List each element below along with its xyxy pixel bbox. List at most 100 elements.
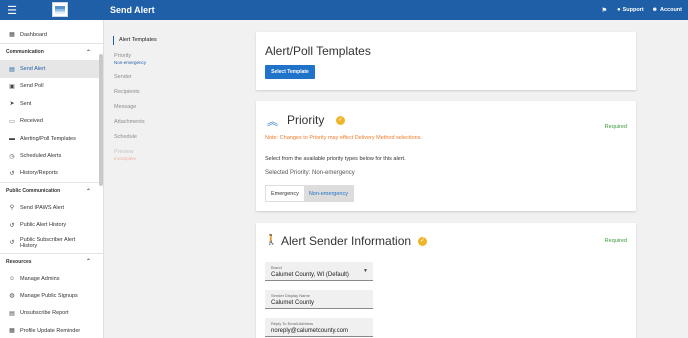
step-status: Incomplete [114,156,137,161]
priority-option-non-emergency[interactable]: Non-emergency [303,186,353,201]
step-schedule[interactable]: Schedule [114,134,244,140]
history-icon: ↺ [9,222,15,229]
required-label: Required [604,124,627,130]
report-icon: ▤ [9,310,15,317]
sidebar-item-send-ipaws[interactable]: ⚲ Send IPAWS Alert [0,199,103,216]
page-title: Send Alert [110,5,155,15]
section-communication[interactable]: Communication ⌃ [0,44,103,60]
display-name-value: Calumet County [271,300,315,306]
sidebar-item-public-alert-history[interactable]: ↺ Public Alert History [0,217,103,234]
priority-instruction: Select from the available priority types… [265,156,406,162]
clock-icon: ◷ [9,153,15,160]
sender-title: Alert Sender Information [281,234,412,248]
step-label: Priority [114,53,132,59]
sidebar-scrollbar[interactable] [99,54,103,186]
check-circle-icon: ✓ [336,116,345,125]
step-attachments[interactable]: Attachments [114,119,244,125]
reply-email-value: noreply@calumetcounty.com [271,328,349,334]
sidebar-item-history-reports[interactable]: ↺ History/Reports [0,165,103,182]
reply-email-field[interactable]: Reply To Email Address noreply@calumetco… [265,318,373,337]
help-icon: ● [616,7,621,13]
poll-icon: ▣ [9,83,15,90]
inbox-icon: ▭ [9,118,15,125]
brand-value: Calumet County, WI (Default) [271,272,349,278]
chevron-up-icon: ⌃ [85,188,91,195]
step-message[interactable]: Message [114,104,244,110]
folder-icon: ▬ [9,135,15,142]
sidebar-item-label: Unsubscribe Report [20,310,69,317]
account-label: Account [660,7,682,13]
account-button[interactable]: ☻ Account [652,7,682,13]
sidebar-item-send-poll[interactable]: ▣ Send Poll [0,78,103,95]
priority-option-emergency[interactable]: Emergency [266,186,304,201]
dropdown-arrow-icon: ▼ [363,268,368,274]
chevron-up-icon: ⌃ [85,49,91,56]
dashboard-icon: ▦ [9,32,15,39]
display-name-label: Sender Display Name [271,293,310,298]
history-icon: ↺ [9,170,15,177]
priority-toggle: Emergency Non-emergency [265,185,354,202]
sidebar-item-sent[interactable]: ➤ Sent [0,95,103,112]
support-label: Support [622,7,644,13]
select-template-button[interactable]: Select Template [265,65,315,79]
step-alert-templates[interactable]: Alert Templates [113,36,244,45]
sidebar-item-unsubscribe-report[interactable]: ▤ Unsubscribe Report [0,305,103,322]
sidebar-item-label: Manage Public Signups [20,292,78,299]
priority-card: ︽ Priority ✓ Required Note: Changes to P… [256,101,636,211]
sidebar-item-received[interactable]: ▭ Received [0,113,103,130]
priority-note: Note: Changes to Priority may effect Del… [265,135,423,141]
step-preview[interactable]: Preview Incomplete [114,149,244,161]
chat-icon: ▤ [9,66,15,73]
sidebar-item-scheduled-alerts[interactable]: ◷ Scheduled Alerts [0,147,103,164]
broadcast-icon: ⚲ [9,205,15,212]
flag-icon: ⚑ [601,7,607,14]
templates-card: Alert/Poll Templates Select Template [256,32,636,90]
step-sender[interactable]: Sender [114,74,244,80]
sidebar-item-send-alert[interactable]: ▤ Send Alert [0,60,103,78]
sidebar-item-label: Manage Admins [20,275,60,282]
history-icon: ↺ [9,240,15,247]
reply-email-label: Reply To Email Address [271,321,314,326]
sidebar-item-profile-update-reminder[interactable]: ▦ Profile Update Reminder [0,322,103,338]
support-button[interactable]: ● Support [617,7,644,13]
sender-card: 🚶 Alert Sender Information ✓ Required Br… [256,223,636,338]
sidebar-item-label: Public Alert History [20,222,67,229]
top-app-bar: ☰ Send Alert ⚑ ● Support ☻ Account [0,0,688,20]
check-circle-icon: ✓ [418,237,427,246]
step-status: Non-emergency [114,60,147,65]
send-icon: ➤ [9,101,15,108]
step-priority[interactable]: Priority Non-emergency [114,53,244,65]
required-label: Required [604,238,627,244]
sidebar-item-manage-public-signups[interactable]: ◍ Manage Public Signups [0,287,103,304]
admin-icon: ☺ [8,275,16,282]
priority-title: Priority [287,113,325,127]
sidebar-item-public-subscriber-history[interactable]: ↺ Public Subscriber Alert History [0,234,103,253]
sender-display-name-field[interactable]: Sender Display Name Calumet County [265,290,373,309]
sidebar-item-label: Send Poll [20,83,44,90]
sidebar-item-label: Public Subscriber Alert History [20,237,76,250]
sidebar-item-manage-admins[interactable]: ☺ Manage Admins [0,270,103,287]
sidebar-item-label: Profile Update Reminder [20,327,81,334]
step-navigation: Alert Templates Priority Non-emergency S… [113,36,244,170]
sidebar-item-label: Dashboard [20,31,47,38]
step-recipients[interactable]: Recipients [114,89,244,95]
person-walking-icon: 🚶 [265,235,278,246]
flag-button[interactable]: ⚑ [602,7,609,14]
sidebar-item-label: Sent [20,100,32,107]
sidebar-item-dashboard[interactable]: ▦ Dashboard [0,26,103,43]
sidebar-item-label: Send IPAWS Alert [20,204,65,211]
sidebar-item-label: Received [20,118,43,125]
county-logo[interactable] [52,2,68,17]
brand-select[interactable]: Brand Calumet County, WI (Default) ▼ [265,262,373,281]
sidebar: ▦ Dashboard Communication ⌃ ▤ Send Alert… [0,20,104,338]
step-label: Preview [114,149,134,155]
double-chevron-up-icon: ︽ [267,116,278,128]
menu-icon[interactable]: ☰ [0,0,24,20]
section-public-communication[interactable]: Public Communication ⌃ [0,183,103,199]
section-resources[interactable]: Resources ⌃ [0,254,103,270]
section-label: Public Communication [6,188,61,195]
calendar-icon: ▦ [9,328,15,335]
sidebar-item-label: Scheduled Alerts [20,153,62,160]
sidebar-item-templates[interactable]: ▬ Alerting/Poll Templates [0,130,103,147]
selected-priority-text: Selected Priority: Non-emergency [265,170,355,176]
